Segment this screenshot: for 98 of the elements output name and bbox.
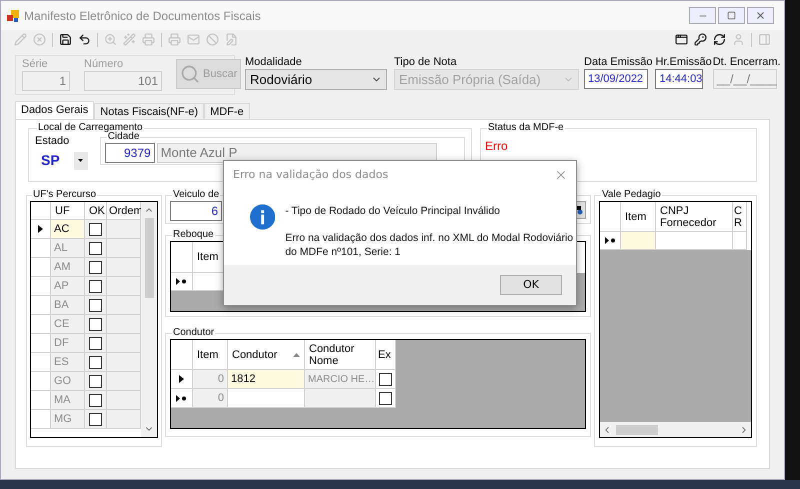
scrollbar-thumb[interactable]	[144, 218, 154, 298]
column-header[interactable]: CNPJ Fornecedor	[656, 202, 733, 232]
search-icon	[180, 64, 200, 84]
table-cell: 0	[193, 370, 228, 389]
checkbox[interactable]	[89, 394, 102, 406]
veiculo-field[interactable]: 6	[170, 201, 222, 221]
dt-encerram-label: Dt. Encerram.	[712, 55, 781, 69]
dialog-message: - Tipo de Rodado do Veículo Principal Inválido	[285, 204, 502, 218]
horizontal-scrollbar[interactable]	[600, 422, 751, 437]
data-emissao-field[interactable]: 13/09/2022	[584, 69, 648, 89]
dt-encerram-field[interactable]: __/__/____	[712, 69, 777, 89]
table-cell: 1812	[228, 370, 305, 389]
checkbox[interactable]	[89, 412, 102, 426]
new-row-icon	[176, 278, 187, 285]
ok-button[interactable]: OK	[500, 275, 562, 295]
vertical-scrollbar[interactable]	[141, 202, 157, 437]
cidade-label: Cidade	[108, 131, 140, 143]
checkbox[interactable]	[89, 336, 102, 350]
table-cell: MARCIO HE…	[305, 370, 376, 389]
table-cell: AM	[51, 258, 85, 277]
checkbox[interactable]	[89, 222, 102, 236]
checkbox[interactable]	[89, 280, 102, 292]
caret-icon	[78, 159, 84, 162]
close-button[interactable]	[747, 7, 774, 24]
column-header[interactable]: Item	[193, 340, 228, 370]
group-title: Status da MDF-e	[487, 122, 565, 134]
group-title: UF's Percurso	[32, 189, 98, 201]
column-header[interactable]: Condutor	[228, 340, 305, 370]
maximize-icon	[727, 11, 736, 20]
table-cell: ES	[51, 353, 85, 372]
numero-label: Número	[84, 57, 124, 71]
dialog-message: Erro na validação dos dados inf. no XML do Modal Rodoviário do MDFe nº101, Serie: 1	[285, 231, 574, 259]
group-title: Vale Pedagio	[601, 189, 662, 201]
undo-icon[interactable]	[78, 33, 91, 46]
table-cell	[621, 232, 656, 250]
table-cell: GO	[51, 372, 85, 391]
table-cell: CE	[51, 315, 85, 334]
row-header[interactable]	[171, 273, 193, 291]
checkbox[interactable]	[379, 392, 392, 404]
group-title: Reboque	[172, 229, 215, 241]
tab[interactable]: MDF-e	[204, 103, 250, 119]
dialog-title: Erro na validação dos dados	[233, 166, 388, 183]
column-header[interactable]: Ex	[376, 340, 396, 370]
estado-dropdown-button[interactable]	[74, 152, 88, 170]
data-emissao-label: Data Emissão	[584, 55, 652, 69]
row-header[interactable]	[31, 220, 51, 239]
estado-value: SP	[41, 151, 60, 170]
hr-emissao-field[interactable]: 14:44:03	[655, 69, 704, 89]
table-cell: AL	[51, 239, 85, 258]
tab[interactable]: Notas Fiscais(NF-e)	[94, 103, 204, 119]
table-cell	[733, 232, 747, 250]
new-row-icon	[176, 394, 187, 402]
window-title: Manifesto Eletrônico de Documentos Fiscais	[24, 8, 261, 24]
column-header[interactable]: OK	[85, 202, 107, 220]
group-title: Condutor	[172, 327, 216, 339]
table-cell: BA	[51, 296, 85, 315]
estado-label: Estado	[35, 134, 70, 148]
checkbox[interactable]	[89, 242, 102, 254]
group-title: Local de Carregamento	[37, 122, 144, 133]
window-icon[interactable]	[675, 33, 688, 46]
column-header[interactable]: UF	[51, 202, 85, 220]
modalidade-dropdown[interactable]: Rodoviário	[245, 69, 387, 90]
hr-emissao-label: Hr.Emissão	[655, 55, 712, 69]
scrollbar-thumb[interactable]	[616, 424, 658, 434]
group-title: Veiculo de	[172, 189, 220, 201]
checkbox[interactable]	[89, 374, 102, 388]
sort-up-icon	[293, 352, 300, 356]
row-pointer-icon	[179, 375, 184, 383]
new-row-icon	[604, 237, 616, 244]
maximize-button[interactable]	[718, 7, 745, 24]
table-cell: 0	[193, 389, 228, 408]
corner-header	[31, 202, 51, 220]
info-icon	[250, 204, 276, 230]
serie-label: Série	[22, 57, 49, 71]
checkbox[interactable]	[89, 318, 102, 330]
table-cell: AP	[51, 277, 85, 296]
table-cell: DF	[51, 334, 85, 353]
row-pointer-icon	[38, 225, 43, 233]
key-icon[interactable]	[694, 33, 707, 46]
checkbox[interactable]	[89, 356, 102, 368]
tipo-nota-label: Tipo de Nota	[394, 55, 458, 69]
table-cell: MG	[51, 410, 85, 429]
checkbox[interactable]	[379, 372, 392, 386]
column-header[interactable]: C R	[733, 202, 747, 232]
app-icon	[6, 8, 20, 22]
column-header[interactable]: Condutor Nome	[305, 340, 376, 370]
status-value: Erro	[485, 139, 508, 153]
modalidade-label: Modalidade	[245, 55, 303, 69]
cidade-code-field[interactable]: 9379	[104, 143, 155, 163]
save-icon[interactable]	[59, 33, 72, 46]
column-header[interactable]: Item	[621, 202, 656, 232]
checkbox[interactable]	[89, 260, 102, 274]
refresh-icon[interactable]	[713, 33, 726, 46]
close-icon	[755, 10, 766, 21]
table-cell: AC	[51, 220, 85, 239]
tab[interactable]: Dados Gerais	[15, 101, 94, 119]
table-cell: MA	[51, 391, 85, 410]
checkbox[interactable]	[89, 298, 102, 312]
